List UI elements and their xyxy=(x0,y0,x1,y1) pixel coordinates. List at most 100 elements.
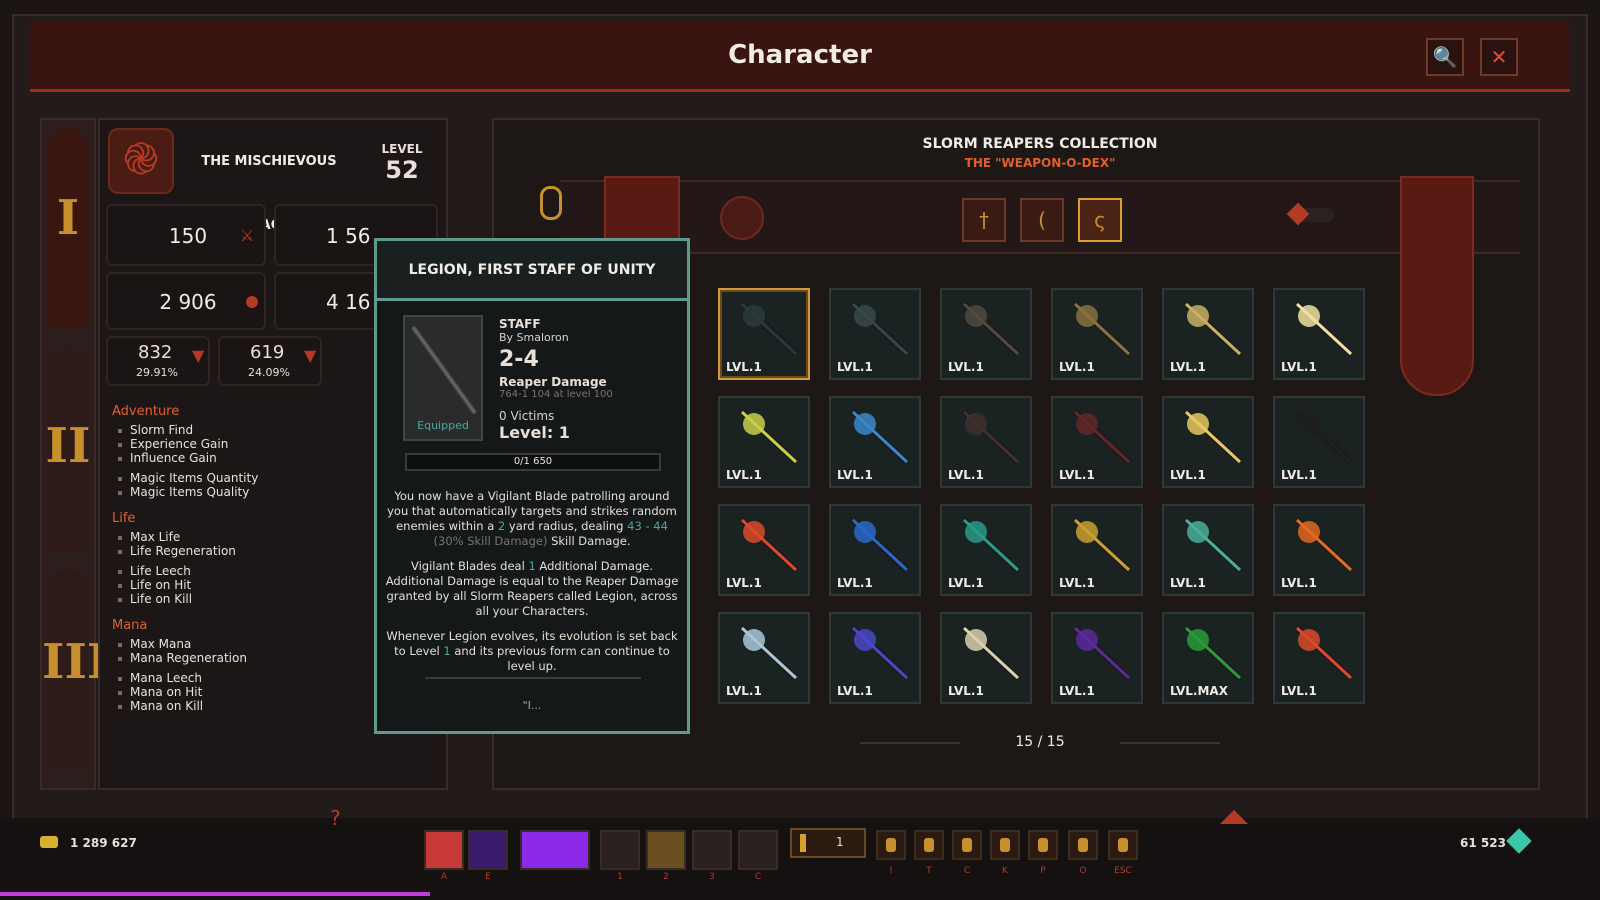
reaper-slot[interactable]: LVL.1 xyxy=(718,396,810,488)
reaper-slot[interactable]: LVL.1 xyxy=(1273,612,1365,704)
list-item[interactable]: Experience Gain xyxy=(118,437,362,451)
reaper-slot[interactable]: LVL.1 xyxy=(940,396,1032,488)
staff-icon xyxy=(1072,409,1132,465)
reaper-slot[interactable]: LVL.1 xyxy=(718,288,810,380)
list-item[interactable]: Life on Kill xyxy=(118,592,362,606)
help-icon[interactable]: ? xyxy=(330,806,341,830)
reaper-slot[interactable]: LVL.1 xyxy=(940,504,1032,596)
skill-slot[interactable]: 1 xyxy=(600,830,640,882)
level-value: 52 xyxy=(385,156,419,184)
pin-button[interactable]: 🔍 xyxy=(1426,38,1464,76)
skill-slot[interactable] xyxy=(520,830,590,870)
list-item[interactable]: Life on Hit xyxy=(118,578,362,592)
reaper-slot[interactable]: LVL.1 xyxy=(1162,288,1254,380)
banner-right xyxy=(1400,176,1474,396)
list-item[interactable]: Life Leech xyxy=(118,564,362,578)
reaper-slot[interactable]: LVL.1 xyxy=(1051,612,1143,704)
list-item[interactable]: Life Regeneration xyxy=(118,544,362,558)
title-bar: Character 🔍 ✕ xyxy=(30,22,1570,92)
list-item[interactable]: Max Mana xyxy=(118,637,362,651)
stat-box[interactable]: 619 24.09% ▼ xyxy=(218,336,322,386)
stat-box[interactable]: 832 29.91% ▼ xyxy=(106,336,210,386)
menu-hotkey: C xyxy=(963,866,971,876)
list-item[interactable]: Mana Regeneration xyxy=(118,651,362,665)
menu-shortcut-button[interactable]: I xyxy=(876,830,906,876)
reaper-level-label: LVL.1 xyxy=(837,360,873,374)
attribute-tab-1[interactable]: I xyxy=(42,190,94,246)
xp-progress-text: 0/1 650 xyxy=(513,456,553,467)
reaper-level-label: LVL.1 xyxy=(948,576,984,590)
staff-icon xyxy=(850,301,910,357)
reaper-slot[interactable]: LVL.1 xyxy=(1051,288,1143,380)
tab-sword[interactable]: † xyxy=(962,198,1006,242)
menu-icon xyxy=(1118,838,1128,852)
attribute-tab-3[interactable]: III xyxy=(42,634,109,690)
damage-max: 764-1 104 at level 100 xyxy=(499,389,613,400)
potion-icon xyxy=(800,834,806,852)
staff-icon xyxy=(1294,409,1354,465)
reaper-slot[interactable]: LVL.1 xyxy=(1162,396,1254,488)
skill-slot[interactable]: A xyxy=(424,830,464,882)
reaper-slot[interactable]: LVL.1 xyxy=(829,288,921,380)
reaper-slot[interactable]: LVL.1 xyxy=(829,504,921,596)
menu-shortcut-button[interactable]: T xyxy=(914,830,944,876)
expand-up-icon[interactable] xyxy=(1220,810,1248,824)
experience-bar xyxy=(0,892,430,896)
menu-shortcut-button[interactable]: K xyxy=(990,830,1020,876)
list-item[interactable]: Slorm Find xyxy=(118,423,362,437)
reaper-level-label: LVL.1 xyxy=(1059,576,1095,590)
window-title: Character xyxy=(728,40,872,70)
reaper-slot[interactable]: LVL.1 xyxy=(940,288,1032,380)
class-emblem-icon: ֎ xyxy=(108,128,174,194)
bow-icon: ( xyxy=(1038,208,1046,232)
list-item[interactable]: Magic Items Quality xyxy=(118,485,362,499)
reaper-level-label: LVL.1 xyxy=(948,684,984,698)
reaper-slot[interactable]: LVL.1 xyxy=(940,612,1032,704)
toggle-switch[interactable] xyxy=(1286,202,1334,226)
reaper-slot[interactable]: LVL.1 xyxy=(1051,504,1143,596)
attribute-tabs: I II III xyxy=(40,118,109,790)
damage-label: Reaper Damage xyxy=(499,375,607,389)
stat-box[interactable]: 150 ⚔ xyxy=(106,204,266,266)
tab-bow[interactable]: ( xyxy=(1020,198,1064,242)
skill-hotkey: C xyxy=(754,872,762,882)
stat-box[interactable]: 2 906 xyxy=(106,272,266,330)
reaper-slot[interactable]: LVL.1 xyxy=(1273,288,1365,380)
reaper-slot[interactable]: LVL.1 xyxy=(829,396,921,488)
orb-icon xyxy=(246,296,258,308)
filter-orb-button[interactable] xyxy=(720,196,764,240)
menu-shortcut-button[interactable]: ESC xyxy=(1108,830,1138,876)
reaper-slot[interactable]: LVL.MAX xyxy=(1162,612,1254,704)
section-title-adventure: Adventure xyxy=(112,404,180,419)
skill-slot[interactable]: C xyxy=(738,830,778,882)
menu-shortcut-button[interactable]: P xyxy=(1028,830,1058,876)
list-item[interactable]: Magic Items Quantity xyxy=(118,471,362,485)
list-item[interactable]: Max Life xyxy=(118,530,362,544)
reaper-slot[interactable]: LVL.1 xyxy=(718,612,810,704)
reaper-slot[interactable]: LVL.1 xyxy=(1273,396,1365,488)
reaper-level-label: LVL.1 xyxy=(1170,576,1206,590)
list-item[interactable]: Mana on Kill xyxy=(118,699,362,713)
reaper-slot[interactable]: LVL.1 xyxy=(718,504,810,596)
potion-slot[interactable]: 1 xyxy=(790,828,866,858)
reaper-level: Level: 1 xyxy=(499,423,570,442)
reaper-slot[interactable]: LVL.1 xyxy=(1273,504,1365,596)
skill-slot[interactable]: 3 xyxy=(692,830,732,882)
list-item[interactable]: Mana on Hit xyxy=(118,685,362,699)
lore-text: "I... xyxy=(522,699,542,712)
menu-hotkey: ESC xyxy=(1114,866,1132,876)
list-item[interactable]: Mana Leech xyxy=(118,671,362,685)
close-button[interactable]: ✕ xyxy=(1480,38,1518,76)
reaper-slot[interactable]: LVL.1 xyxy=(829,612,921,704)
xp-progress-bar: 0/1 650 xyxy=(405,453,661,471)
skill-slot[interactable]: 2 xyxy=(646,830,686,882)
skill-slot[interactable]: E xyxy=(468,830,508,882)
reaper-slot[interactable]: LVL.1 xyxy=(1051,396,1143,488)
attribute-tab-2[interactable]: II xyxy=(42,418,94,474)
reaper-slot[interactable]: LVL.1 xyxy=(1162,504,1254,596)
menu-shortcut-button[interactable]: C xyxy=(952,830,982,876)
menu-shortcut-button[interactable]: O xyxy=(1068,830,1098,876)
list-item[interactable]: Influence Gain xyxy=(118,451,362,465)
tab-staff[interactable]: ς xyxy=(1078,198,1122,242)
reaper-level-label: LVL.1 xyxy=(726,684,762,698)
